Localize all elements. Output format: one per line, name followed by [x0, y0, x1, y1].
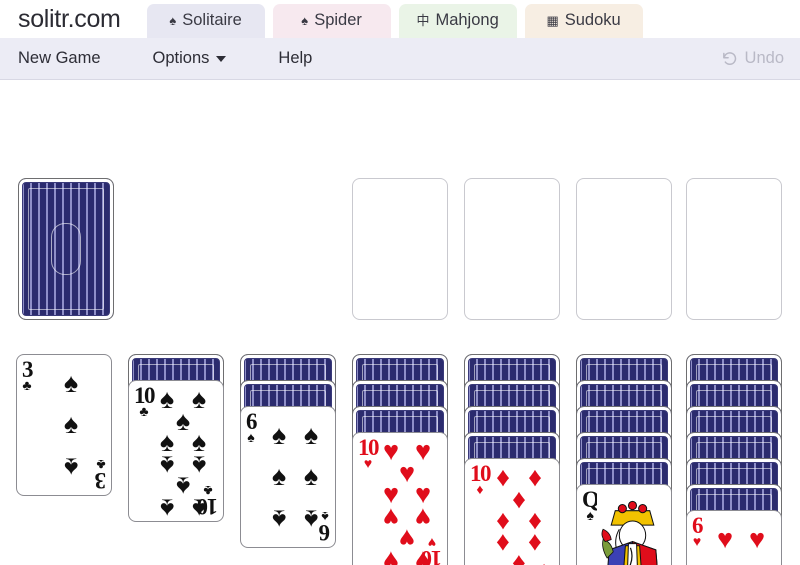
- foundation-slot-2[interactable]: [464, 178, 560, 320]
- pip-clubs: ♠: [159, 493, 175, 522]
- foundation-slot-4[interactable]: [686, 178, 782, 320]
- card-suit-icon: ♦: [476, 483, 484, 499]
- site-brand: solitr.com: [18, 5, 121, 33]
- pip-hearts: ♥: [382, 436, 400, 466]
- pip-clubs: ♠: [175, 471, 191, 502]
- tableau-6-card-Q-spades[interactable]: Q♠Q♠: [576, 484, 672, 565]
- tableau-2-card-10-clubs[interactable]: 10 ♣ 10 ♣ ♠ ♠ ♠ ♠ ♠ ♠ ♠ ♠ ♠ ♠: [128, 380, 224, 522]
- pip-spades: ♠: [271, 461, 287, 492]
- court-card-illustration: [597, 488, 668, 565]
- pip-spades: ♠: [303, 504, 319, 535]
- card-suit-icon: ♥: [363, 457, 373, 473]
- pip-clubs: ♠: [159, 450, 175, 481]
- tab-solitaire[interactable]: ♠ Solitaire: [146, 4, 265, 38]
- mahjong-suit-icon: 中: [416, 12, 430, 28]
- chevron-down-icon: [216, 55, 227, 62]
- pip-hearts: ♥: [398, 457, 416, 488]
- card-pips: ♥ ♥ ♥ ♥ ♥ ♥ ♥ ♥ ♥ ♥: [375, 436, 439, 565]
- pip-clubs: ♠: [63, 367, 79, 398]
- pip-hearts: ♥: [382, 502, 400, 533]
- card-suit-icon: ♠: [586, 509, 594, 525]
- card-pips: ♠ ♠ ♠ ♠ ♠ ♠: [263, 415, 327, 539]
- undo-button[interactable]: Undo: [721, 49, 784, 68]
- pip-diamonds: ♦: [512, 483, 526, 514]
- pip-diamonds: ♦: [528, 528, 542, 559]
- pip-spades: ♠: [271, 419, 287, 450]
- menu-new-game-label: New Game: [18, 49, 101, 67]
- tableau-5-card-10-diamonds[interactable]: 10♦10♦♦♦♦♦♦♦♦♦♦♦: [464, 458, 560, 565]
- pip-clubs: ♠: [63, 409, 79, 440]
- tab-spider[interactable]: ♠ Spider: [272, 4, 391, 38]
- game-tabs: ♠ Solitaire ♠ Spider 中 Mahjong ▦ Sudoku: [146, 4, 651, 38]
- menu-options[interactable]: Options: [153, 49, 227, 68]
- card-pips: ♥♥♥♥♥♥: [709, 519, 773, 565]
- tab-solitaire-label: Solitaire: [182, 10, 242, 29]
- pip-clubs: ♠: [191, 384, 207, 414]
- card-suit-icon: ♣: [22, 379, 32, 395]
- foundation-slot-3[interactable]: [576, 178, 672, 320]
- pip-spades: ♠: [303, 419, 319, 450]
- tab-bar: solitr.com ♠ Solitaire ♠ Spider 中 Mahjong ▦ Sud…: [0, 0, 800, 38]
- tab-mahjong-label: Mahjong: [435, 10, 499, 29]
- card-suit-icon: ♠: [247, 431, 255, 447]
- card-index-tl: 6 ♠: [246, 409, 258, 447]
- menu-options-label: Options: [152, 49, 210, 67]
- tableau-4-card-10-hearts[interactable]: 10 ♥ 10 ♥ ♥ ♥ ♥ ♥ ♥ ♥ ♥ ♥ ♥ ♥: [352, 432, 448, 565]
- pip-clubs: ♠: [159, 384, 175, 414]
- stock-pile[interactable]: [18, 178, 114, 320]
- pip-hearts: ♥: [716, 523, 734, 554]
- tab-sudoku[interactable]: ▦ Sudoku: [524, 4, 643, 38]
- card-rank: Q: [582, 487, 600, 512]
- card-index-tl: 3 ♣: [22, 357, 34, 395]
- tableau-1-card-3-clubs[interactable]: 3 ♣ 3 ♣ ♠ ♠ ♠: [16, 354, 112, 496]
- card-pips: ♠ ♠ ♠: [39, 363, 103, 487]
- card-rank: 6: [692, 513, 704, 538]
- tab-spider-label: Spider: [314, 10, 362, 29]
- card-suit-icon: ♥: [692, 535, 702, 551]
- pip-hearts: ♥: [382, 545, 400, 565]
- pip-spades: ♠: [271, 504, 287, 535]
- menu-help-label: Help: [278, 49, 313, 67]
- card-pips: ♠ ♠ ♠ ♠ ♠ ♠ ♠ ♠ ♠ ♠: [151, 384, 215, 521]
- pip-diamonds: ♦: [496, 528, 510, 559]
- pip-diamonds: ♦: [528, 462, 542, 492]
- pip-spades: ♠: [303, 461, 319, 492]
- pip-diamonds: ♦: [512, 549, 526, 565]
- undo-arrow-icon: [721, 50, 738, 67]
- pip-hearts: ♥: [414, 502, 432, 533]
- card-rank: 6: [246, 409, 258, 434]
- card-pips: ♦♦♦♦♦♦♦♦♦♦: [487, 462, 551, 565]
- tableau-3-card-6-spades[interactable]: 6 ♠ 6 ♠ ♠ ♠ ♠ ♠ ♠ ♠: [240, 406, 336, 548]
- card-index-tl: 6 ♥: [692, 513, 704, 551]
- pip-hearts: ♥: [748, 523, 766, 554]
- tab-sudoku-label: Sudoku: [564, 10, 621, 29]
- menu-bar: New Game Options Help Undo: [0, 38, 800, 80]
- pip-clubs: ♠: [175, 405, 191, 436]
- spider-suit-icon: ♠: [301, 12, 309, 28]
- pip-clubs: ♠: [191, 493, 207, 522]
- foundation-slot-1[interactable]: [352, 178, 448, 320]
- menu-help[interactable]: Help: [278, 49, 312, 68]
- menu-new-game[interactable]: New Game: [18, 49, 101, 68]
- card-index-tl: Q ♠: [582, 487, 600, 525]
- solitaire-suit-icon: ♠: [169, 12, 177, 28]
- pip-hearts: ♥: [414, 436, 432, 466]
- undo-label: Undo: [744, 49, 784, 67]
- pip-hearts: ♥: [414, 545, 432, 565]
- card-back-medallion-icon: [51, 223, 81, 275]
- game-board: 3 ♣ 3 ♣ ♠ ♠ ♠ 10 ♣ 10 ♣ ♠ ♠ ♠ ♠ ♠ ♠ ♠ ♠ ♠ ♠ 6 ♠ 6 ♠ ♠ ♠ ♠ ♠ ♠ ♠ 10 ♥ 10 ♥ ♥…: [0, 80, 800, 565]
- pip-diamonds: ♦: [496, 462, 510, 492]
- tableau-7-card-6-hearts[interactable]: 6♥6♥♥♥♥♥♥♥: [686, 510, 782, 565]
- pip-hearts: ♥: [398, 523, 416, 554]
- pip-clubs: ♠: [191, 450, 207, 481]
- pip-clubs: ♠: [63, 452, 79, 483]
- card-suit-icon: ♣: [139, 405, 149, 421]
- sudoku-suit-icon: ▦: [546, 12, 559, 28]
- tab-mahjong[interactable]: 中 Mahjong: [398, 4, 517, 38]
- card-rank: 3: [22, 357, 34, 382]
